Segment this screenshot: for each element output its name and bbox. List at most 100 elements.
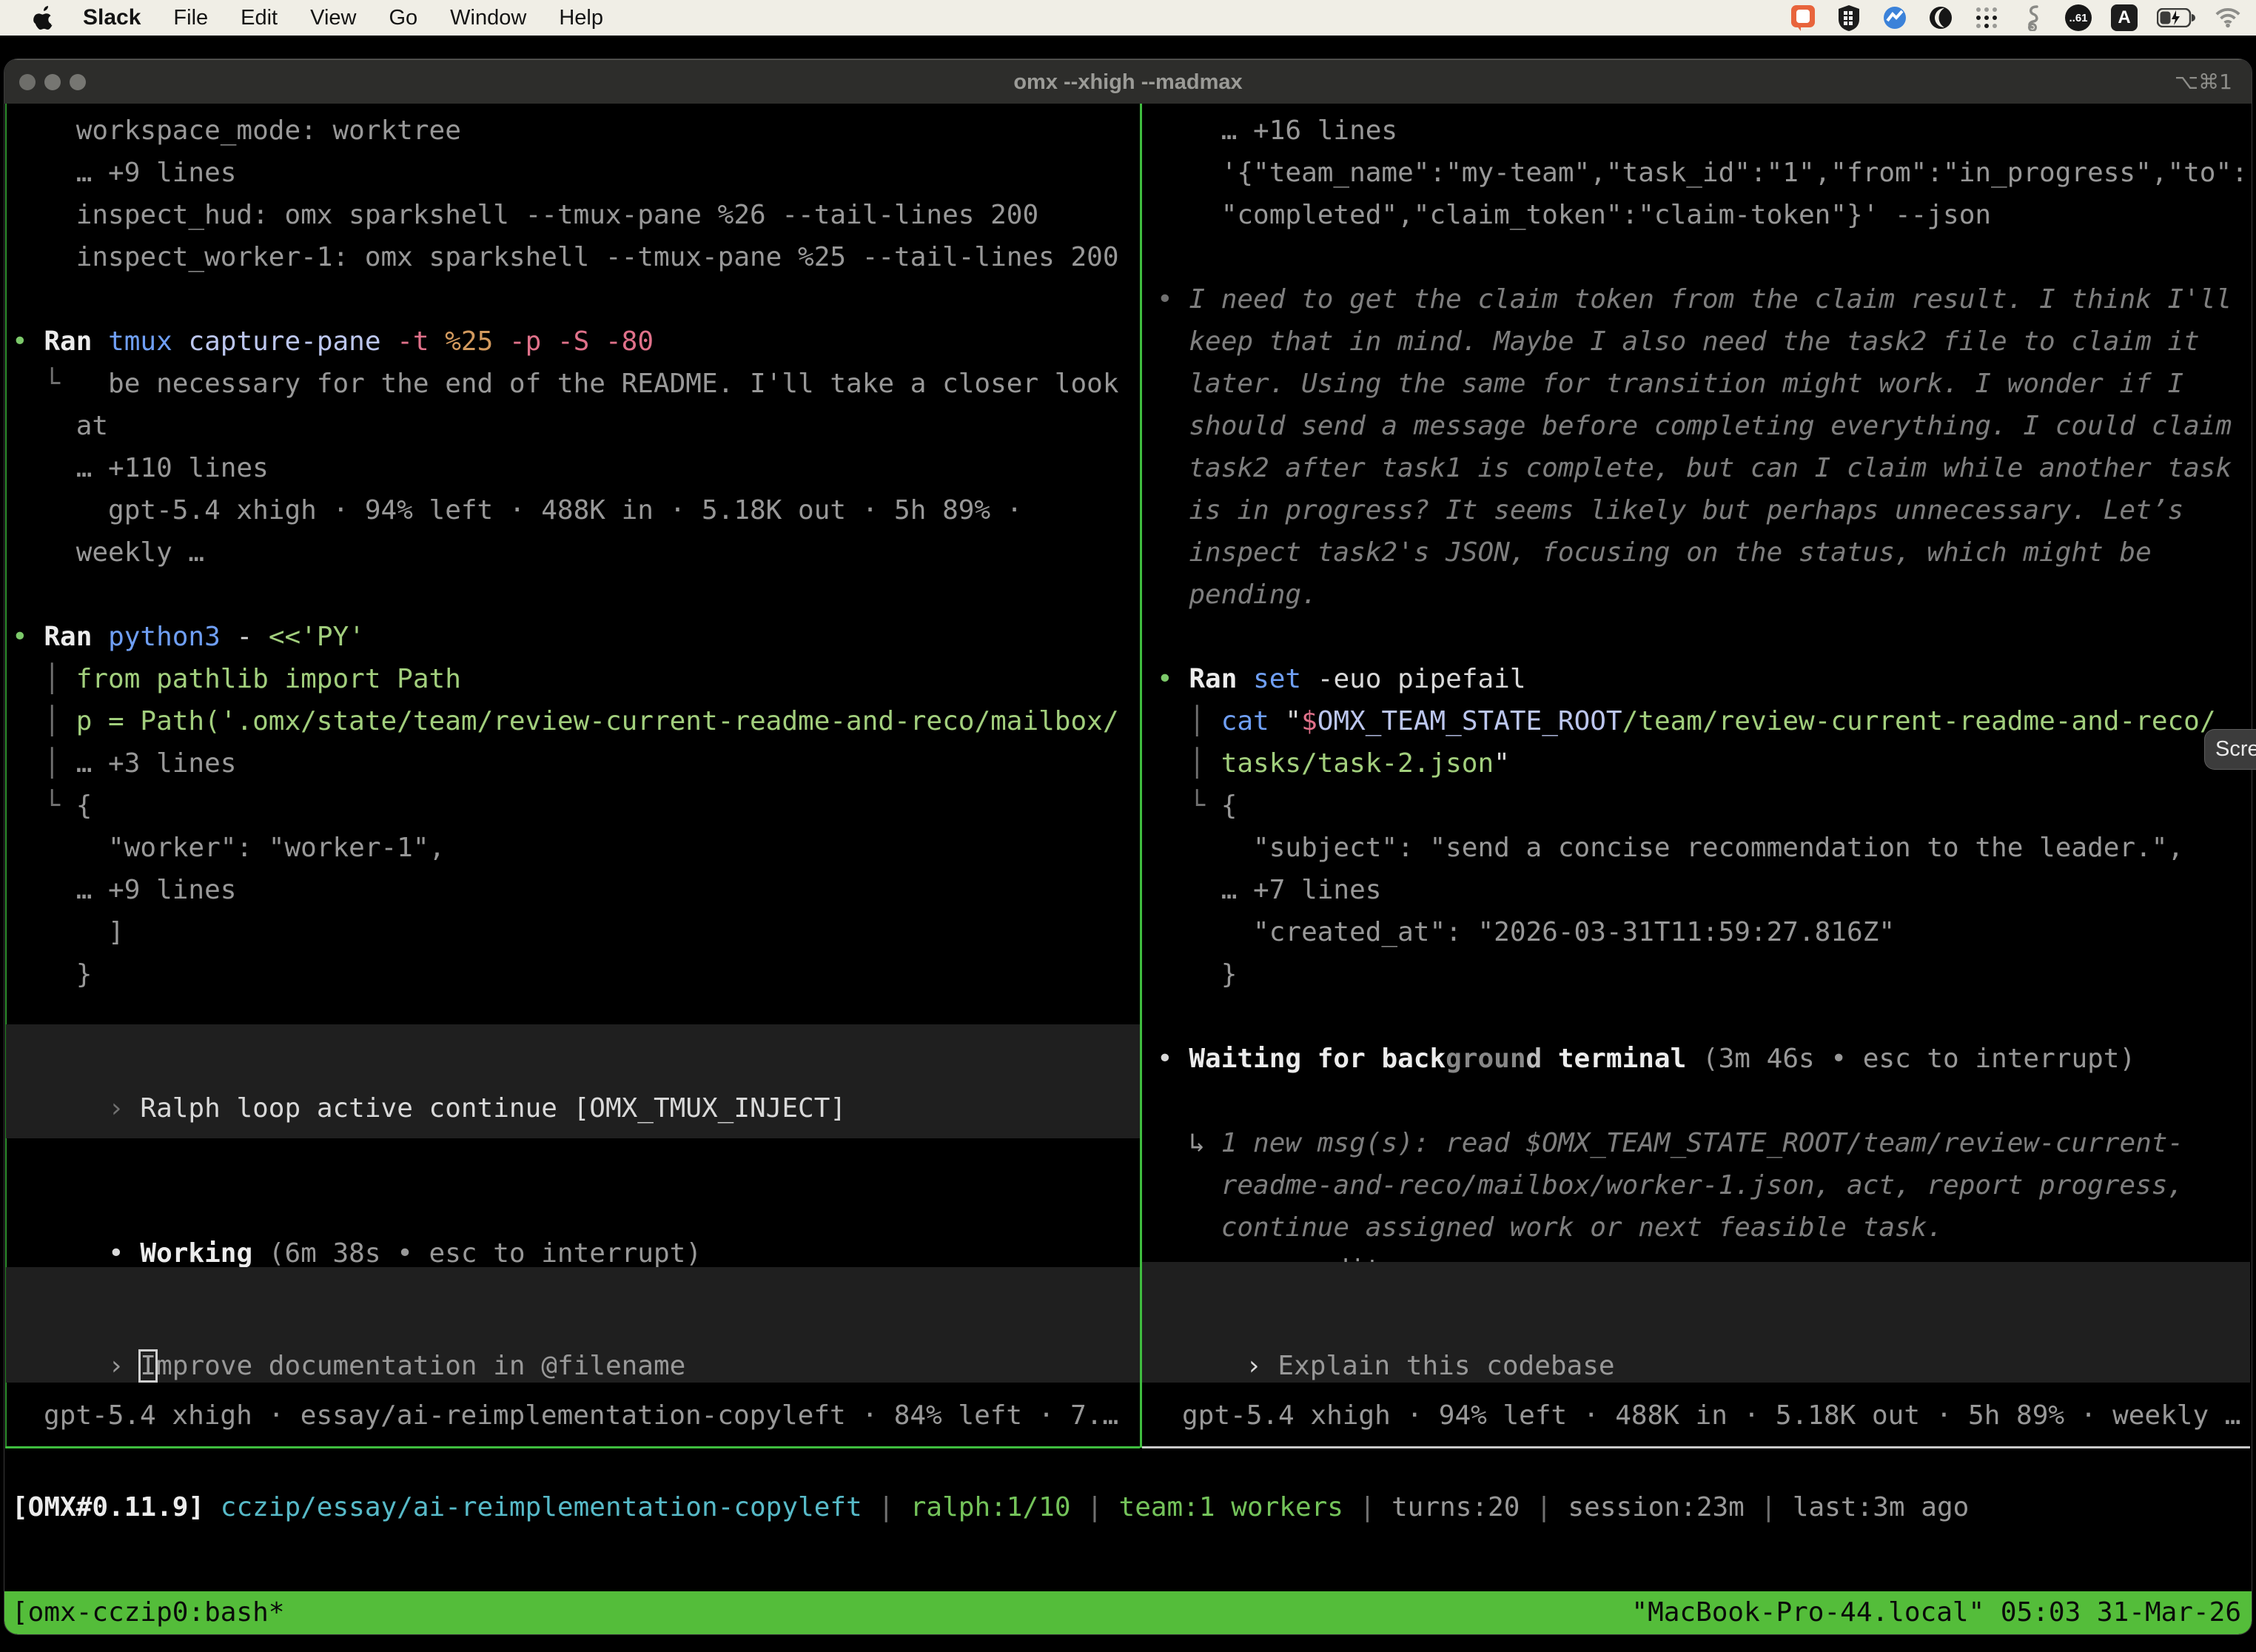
apple-icon[interactable] — [33, 5, 55, 30]
terminal-line: is in progress? It seems likely but perh… — [1157, 489, 2248, 531]
terminal-line: └ be necessary for the end of the README… — [12, 363, 1119, 405]
terminal-line — [1157, 1080, 2248, 1122]
terminal-line: '{"team_name":"my-team","task_id":"1","f… — [1157, 152, 2248, 194]
inject-banner-line: › Ralph loop active continue [OMX_TMUX_I… — [12, 1045, 846, 1087]
terminal-line: │ p = Path('.omx/state/team/review-curre… — [12, 700, 1119, 742]
tmux-status-bar: [omx-cczip0:bash* "MacBook-Pro-44.local"… — [4, 1591, 2252, 1634]
terminal-line: … +7 lines — [1157, 869, 2248, 911]
menu-item-file[interactable]: File — [173, 6, 208, 30]
pane-divider[interactable] — [1140, 104, 1142, 1448]
window-titlebar[interactable]: omx --xhigh --madmax ⌥⌘1 — [4, 59, 2252, 104]
battery-badge-label: ..61 — [2069, 12, 2087, 24]
terminal-line: • Ran python3 - <<'PY' — [12, 616, 1119, 658]
menu-app-name[interactable]: Slack — [83, 5, 141, 30]
terminal-line: } — [12, 953, 1119, 995]
left-input-prompt: › — [108, 1351, 140, 1381]
inject-text: Ralph loop active continue [OMX_TMUX_INJ… — [140, 1093, 846, 1124]
window-shortcut-hint: ⌥⌘1 — [2175, 60, 2232, 104]
left-pane-bottom-border — [5, 1446, 1140, 1448]
wifi-icon[interactable] — [2215, 4, 2241, 31]
terminal-line: "subject": "send a concise recommendatio… — [1157, 827, 2248, 869]
tmux-host-time-label: "MacBook-Pro-44.local" 05:03 31-Mar-26 — [1631, 1591, 2241, 1634]
working-status-line: • Working (6m 38s • esc to interrupt) — [12, 1190, 702, 1232]
right-pane-statusline: gpt-5.4 xhigh · 94% left · 488K in · 5.1… — [1182, 1394, 2240, 1437]
squiggle-icon[interactable] — [2019, 4, 2046, 31]
terminal-line: weekly … — [12, 531, 1119, 574]
right-input-placeholder: Explain this codebase — [1278, 1351, 1614, 1381]
menu-item-window[interactable]: Window — [450, 6, 526, 30]
working-label: Working — [140, 1238, 252, 1269]
terminal-line: inspect_worker-1: omx sparkshell --tmux-… — [12, 236, 1119, 278]
right-input-prompt: › — [1246, 1351, 1278, 1381]
terminal-line: … +9 lines — [12, 152, 1119, 194]
terminal-line: ↳ 1 new msg(s): read $OMX_TEAM_STATE_ROO… — [1157, 1122, 2248, 1164]
terminal-line: gpt-5.4 xhigh · 94% left · 488K in · 5.1… — [12, 489, 1119, 531]
terminal-pane-left: workspace_mode: worktree … +9 lines insp… — [12, 110, 1119, 995]
right-input-line[interactable]: › Explain this codebase — [1149, 1303, 1615, 1345]
stats-icon[interactable] — [1881, 4, 1908, 31]
terminal-line — [1157, 616, 2248, 658]
screen-overlay-text: Scre — [2215, 737, 2256, 762]
terminal-line: "worker": "worker-1", — [12, 827, 1119, 869]
desktop: { "menu_bar": { "app_name": "Slack", "it… — [0, 0, 2256, 1652]
left-input-line[interactable]: › Improve documentation in @filename — [12, 1303, 685, 1345]
left-input-placeholder: mprove documentation in @filename — [156, 1351, 685, 1381]
terminal-line: • Waiting for background terminal (3m 46… — [1157, 1038, 2248, 1080]
terminal-line: └ { — [12, 785, 1119, 827]
screen-recording-icon[interactable] — [1790, 4, 1816, 31]
menu-status-icons: ..61 A — [1790, 0, 2241, 36]
menu-item-edit[interactable]: Edit — [241, 6, 278, 30]
terminal-window: omx --xhigh --madmax ⌥⌘1 workspace_mode:… — [4, 59, 2252, 1634]
working-detail: (6m 38s • esc to interrupt) — [252, 1238, 702, 1269]
menu-item-go[interactable]: Go — [389, 6, 417, 30]
terminal-line: } — [1157, 953, 2248, 995]
terminal-line: … +110 lines — [12, 447, 1119, 489]
terminal-line: │ cat "$OMX_TEAM_STATE_ROOT/team/review-… — [1157, 700, 2248, 742]
terminal-cursor: I — [140, 1351, 156, 1381]
terminal-line: inspect_hud: omx sparkshell --tmux-pane … — [12, 194, 1119, 236]
terminal-line — [12, 278, 1119, 320]
menu-items: File Edit View Go Window Help — [141, 6, 603, 30]
terminal-line — [1157, 236, 2248, 278]
terminal-content: workspace_mode: worktree … +9 lines insp… — [4, 104, 2252, 1591]
terminal-line: … +9 lines — [12, 869, 1119, 911]
terminal-line: • I need to get the claim token from the… — [1157, 278, 2248, 320]
terminal-line: inspect task2's JSON, focusing on the st… — [1157, 531, 2248, 574]
terminal-line: continue assigned work or next feasible … — [1157, 1206, 2248, 1249]
terminal-line: readme-and-reco/mailbox/worker-1.json, a… — [1157, 1164, 2248, 1206]
shield-grid-icon[interactable] — [1836, 4, 1862, 31]
left-pane-statusline: gpt-5.4 xhigh · essay/ai-reimplementatio… — [44, 1394, 1118, 1437]
screen-overlay-tooltip[interactable]: Scre — [2204, 729, 2256, 770]
terminal-line — [1157, 995, 2248, 1038]
terminal-line: │ tasks/task-2.json" — [1157, 742, 2248, 785]
terminal-line: • Ran tmux capture-pane -t %25 -p -S -80 — [12, 320, 1119, 363]
battery-icon[interactable] — [2157, 4, 2195, 31]
terminal-line: keep that in mind. Maybe I also need the… — [1157, 320, 2248, 363]
terminal-line: │ from pathlib import Path — [12, 658, 1119, 700]
right-pane-bottom-border — [1142, 1446, 2250, 1448]
working-spinner: • — [108, 1238, 140, 1269]
terminal-line: "created_at": "2026-03-31T11:59:27.816Z" — [1157, 911, 2248, 953]
terminal-pane-right: … +16 lines '{"team_name":"my-team","tas… — [1157, 110, 2248, 1291]
keyboard-layout-icon[interactable]: A — [2111, 4, 2138, 31]
terminal-line: • Ran set -euo pipefail — [1157, 658, 2248, 700]
battery-badge-icon[interactable]: ..61 — [2065, 4, 2092, 31]
tmux-session-label: [omx-cczip0:bash* — [12, 1591, 284, 1634]
omx-status-line: [OMX#0.11.9] cczip/essay/ai-reimplementa… — [12, 1486, 1969, 1528]
terminal-line: later. Using the same for transition mig… — [1157, 363, 2248, 405]
terminal-line: │ … +3 lines — [12, 742, 1119, 785]
menu-bar: Slack File Edit View Go Window Help ..61 A — [0, 0, 2256, 36]
terminal-line: at — [12, 405, 1119, 447]
moon-icon[interactable] — [1927, 4, 1954, 31]
terminal-line: should send a message before completing … — [1157, 405, 2248, 447]
dots-grid-icon[interactable] — [1973, 4, 2000, 31]
terminal-line: "completed","claim_token":"claim-token"}… — [1157, 194, 2248, 236]
window-title: omx --xhigh --madmax — [4, 60, 2252, 104]
menu-item-view[interactable]: View — [310, 6, 356, 30]
terminal-line: … +16 lines — [1157, 110, 2248, 152]
inject-prompt: › — [108, 1093, 140, 1124]
left-pane-border — [5, 104, 7, 1448]
menu-item-help[interactable]: Help — [559, 6, 603, 30]
terminal-line — [12, 574, 1119, 616]
terminal-line: ] — [12, 911, 1119, 953]
